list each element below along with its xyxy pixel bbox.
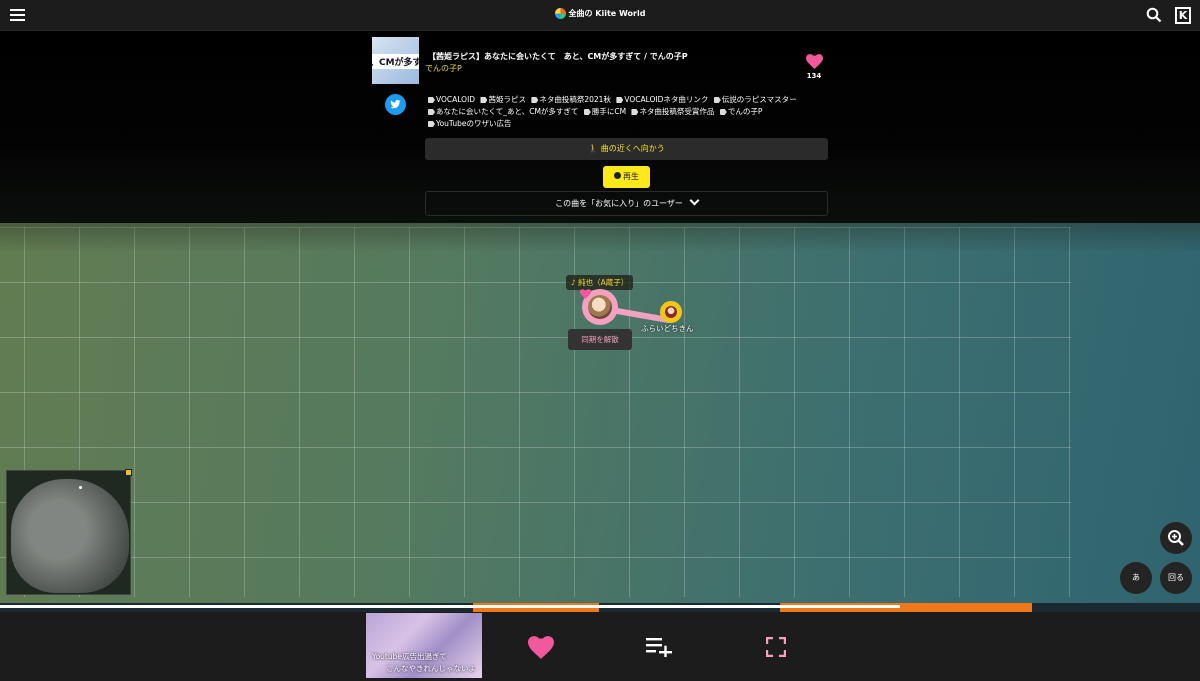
avatar-image <box>665 306 677 318</box>
rotate-button[interactable]: 回る <box>1160 562 1192 594</box>
go-near-song-button[interactable]: 🚶 曲の近くへ向かう <box>425 138 828 160</box>
artist-link[interactable]: でんの子P <box>425 63 462 74</box>
play-button[interactable]: 再生 <box>603 166 650 188</box>
top-bar: 全曲の Kiite World K <box>0 0 1200 31</box>
favorite-count: 134 <box>806 72 822 80</box>
tag[interactable]: 茜姫ラピス <box>480 94 526 106</box>
tag-icon <box>713 97 721 103</box>
kanji-icon[interactable]: K <box>1175 7 1191 24</box>
other-user-name: ふらいどちきん <box>641 324 694 333</box>
playback-progress <box>0 605 900 608</box>
tag[interactable]: 伝説のラピスマスター <box>713 94 797 106</box>
map-grid <box>0 227 1071 597</box>
tag-icon <box>616 97 624 103</box>
avatar-image <box>588 295 612 319</box>
fullscreen-icon[interactable] <box>766 637 786 657</box>
chevron-down-icon <box>689 195 700 206</box>
tag-icon <box>428 109 435 115</box>
video-caption-2: こんなやきれんじゃないよ <box>386 664 476 673</box>
song-title: 【茜姫ラピス】あなたに会いたくて あと、CMが多すぎて / でんの子P <box>428 52 688 61</box>
walk-icon: 🚶 <box>588 144 599 153</box>
tag-list: VOCALOID 茜姫ラピス ネタ曲投稿祭2021秋 VOCALOIDネタ曲リン… <box>428 94 818 130</box>
mode-button[interactable]: あ <box>1120 562 1152 594</box>
tag-icon <box>428 121 435 127</box>
kiite-logo-icon <box>554 8 566 19</box>
map-top-shade <box>0 223 1200 253</box>
minimap-position <box>79 486 82 489</box>
minimap-terrain <box>11 479 129 593</box>
tag-icon <box>531 97 539 103</box>
tag-icon <box>428 97 435 103</box>
play-icon <box>614 172 621 179</box>
twitter-share-button[interactable] <box>385 94 406 115</box>
playlist-add-icon[interactable] <box>646 637 673 657</box>
twitter-icon <box>390 100 401 109</box>
minimap[interactable] <box>6 470 131 595</box>
tag[interactable]: VOCALOIDネタ曲リンク <box>616 94 708 106</box>
heart-icon[interactable] <box>806 54 823 69</box>
tag[interactable]: ネタ曲投稿祭受賞作品 <box>631 106 714 118</box>
app-title[interactable]: 全曲の Kiite World <box>0 8 1200 19</box>
video-player[interactable]: Youtube広告出過ぎて こんなやきれんじゃないよ <box>366 613 482 678</box>
search-icon[interactable] <box>1146 7 1162 23</box>
tag-icon <box>480 97 488 103</box>
world-map[interactable]: ♪ 純也（A蔵子） ふらいどちきん 同期を解散 あ 回る <box>0 223 1200 605</box>
tag-icon <box>719 109 727 115</box>
other-user-avatar[interactable] <box>660 301 682 323</box>
now-playing-label: ♪ 純也（A蔵子） <box>566 275 634 290</box>
tag[interactable]: あなたに会いたくて_あと、CMが多すぎて <box>428 106 578 118</box>
favorite-users-toggle[interactable]: この曲を「お気に入り」のユーザー <box>425 191 828 216</box>
song-thumbnail[interactable]: 、CMが多すぎ <box>372 37 419 84</box>
minimap-toggle[interactable] <box>125 469 132 476</box>
tag[interactable]: 勝手にCM <box>583 106 626 118</box>
tag-icon <box>631 109 639 115</box>
tag[interactable]: VOCALOID <box>428 94 475 106</box>
unsync-button[interactable]: 同期を解散 <box>568 329 632 350</box>
zoom-in-icon <box>1168 530 1184 546</box>
tag[interactable]: ネタ曲投稿祭2021秋 <box>531 94 611 106</box>
heart-icon[interactable] <box>528 636 554 659</box>
heart-icon <box>580 289 591 299</box>
video-caption-1: Youtube広告出過ぎて <box>372 652 447 661</box>
player-bar <box>0 612 1200 681</box>
thumbnail-text: 、CMが多すぎ <box>372 54 419 69</box>
tag-icon <box>583 109 591 115</box>
zoom-in-button[interactable] <box>1160 522 1192 554</box>
app-title-text: 全曲の Kiite World <box>568 9 646 18</box>
tag[interactable]: YouTubeのワザい広告 <box>428 118 512 130</box>
tag[interactable]: でんの子P <box>719 106 762 118</box>
